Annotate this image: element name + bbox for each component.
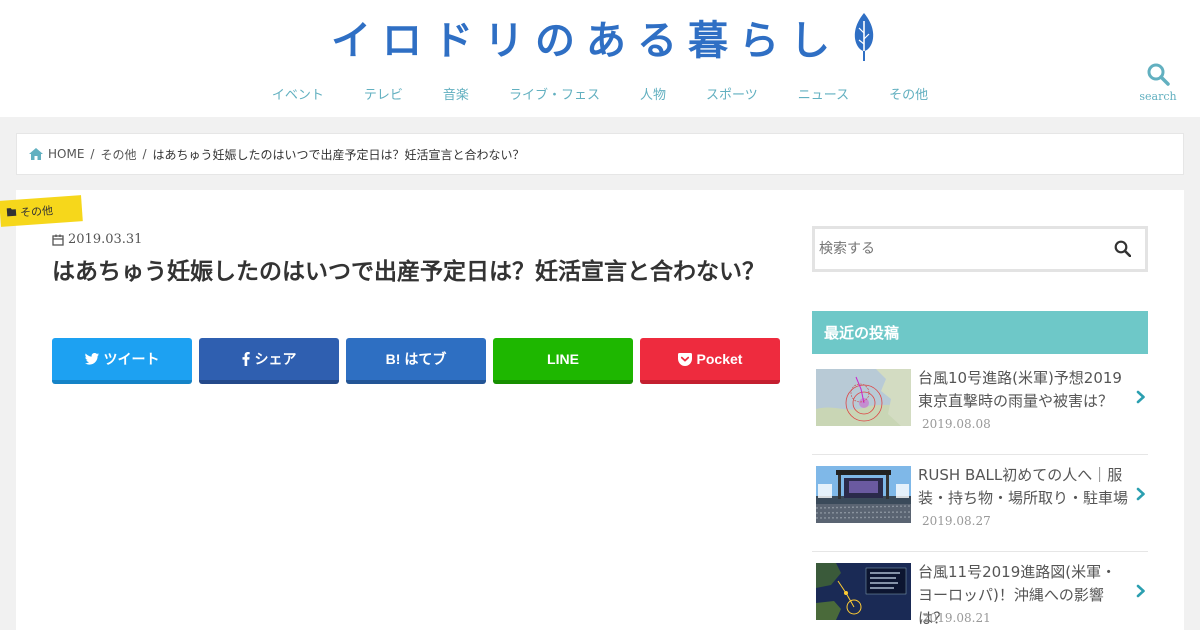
chevron-right-icon <box>1136 487 1145 501</box>
category-badge-label: その他 <box>19 204 54 220</box>
facebook-label: シェア <box>254 351 297 367</box>
share-buttons: ツイート シェア B! はてブ LINE Pocket <box>52 338 787 384</box>
search-icon[interactable] <box>1114 240 1131 257</box>
main-nav: イベント テレビ 音楽 ライブ・フェス 人物 スポーツ ニュース その他 <box>0 84 1200 103</box>
category-badge[interactable]: その他 <box>0 195 83 227</box>
post-date-value: 2019.03.31 <box>68 232 143 247</box>
site-header: イロドリのある暮らし イベント テレビ 音楽 ライブ・フェス 人物 スポーツ ニ… <box>0 0 1200 117</box>
sidebar-search-input[interactable] <box>815 230 1105 268</box>
header-search-button[interactable]: search <box>1138 62 1178 110</box>
leaf-icon <box>854 13 874 61</box>
breadcrumb-home[interactable]: HOME <box>29 147 84 161</box>
post-title[interactable]: RUSH BALL初めての人へ｜服装・持ち物・場所取り・駐車場 <box>918 464 1130 510</box>
chevron-right-icon <box>1136 584 1145 598</box>
main-content: その他 2019.03.31 はあちゅう妊娠したのはいつで出産予定日は？妊活宣言… <box>0 190 1184 630</box>
sidebar-search <box>812 226 1148 272</box>
hatena-bookmark-button[interactable]: B! はてブ <box>346 338 486 384</box>
breadcrumb-separator: / <box>142 147 147 161</box>
pocket-label: Pocket <box>696 351 743 367</box>
twitter-icon <box>84 353 99 365</box>
home-icon <box>29 148 43 160</box>
calendar-icon <box>52 234 64 246</box>
hatena-label: B! はてブ <box>385 351 447 367</box>
nav-item-other[interactable]: その他 <box>889 84 928 103</box>
facebook-share-button[interactable]: シェア <box>199 338 339 384</box>
search-label: search <box>1139 90 1177 103</box>
article-title: はあちゅう妊娠したのはいつで出産予定日は？妊活宣言と合わない？ <box>52 259 765 285</box>
recent-posts-list: 台風10号進路(米軍)予想2019東京直撃時の雨量や被害は？ 2019.08.0… <box>812 358 1148 630</box>
post-date: 2019.08.08 <box>922 417 991 431</box>
line-label: LINE <box>547 351 579 367</box>
post-thumbnail[interactable] <box>816 563 911 620</box>
post-date: 2019.08.27 <box>922 514 991 528</box>
recent-post-item[interactable]: 台風10号進路(米軍)予想2019東京直撃時の雨量や被害は？ 2019.08.0… <box>812 358 1148 455</box>
nav-item-live-fes[interactable]: ライブ・フェス <box>509 84 600 103</box>
nav-item-music[interactable]: 音楽 <box>443 84 469 103</box>
facebook-icon <box>242 352 250 366</box>
typhoon-track-thumbnail <box>816 563 911 620</box>
breadcrumb: HOME / その他 / はあちゅう妊娠したのはいつで出産予定日は？妊活宣言と合… <box>16 133 1184 175</box>
line-share-button[interactable]: LINE <box>493 338 633 384</box>
tweet-label: ツイート <box>103 351 160 367</box>
post-thumbnail[interactable] <box>816 369 911 426</box>
logo-text: イロドリのある暮らし <box>331 17 841 64</box>
pocket-icon <box>677 352 692 366</box>
nav-item-sports[interactable]: スポーツ <box>706 84 758 103</box>
site-logo[interactable]: イロドリのある暮らし <box>320 8 890 66</box>
post-title[interactable]: 台風10号進路(米軍)予想2019東京直撃時の雨量や被害は？ <box>918 367 1130 413</box>
chevron-right-icon <box>1136 390 1145 404</box>
post-date: 2019.08.21 <box>922 611 991 625</box>
recent-post-item[interactable]: RUSH BALL初めての人へ｜服装・持ち物・場所取り・駐車場 2019.08.… <box>812 455 1148 552</box>
search-icon <box>1147 63 1170 86</box>
nav-item-tv[interactable]: テレビ <box>364 84 403 103</box>
concert-stage-thumbnail <box>816 466 911 523</box>
recent-post-item[interactable]: 台風11号2019進路図(米軍・ヨーロッパ)！沖縄への影響は？ 2019.08.… <box>812 552 1148 630</box>
nav-item-news[interactable]: ニュース <box>798 84 849 103</box>
breadcrumb-home-label: HOME <box>48 147 85 161</box>
breadcrumb-current: はあちゅう妊娠したのはいつで出産予定日は？妊活宣言と合わない？ <box>152 147 525 162</box>
tweet-button[interactable]: ツイート <box>52 338 192 384</box>
breadcrumb-category[interactable]: その他 <box>100 146 136 163</box>
typhoon-map-thumbnail <box>816 369 911 426</box>
recent-posts-heading: 最近の投稿 <box>812 311 1148 354</box>
nav-item-people[interactable]: 人物 <box>640 84 666 103</box>
nav-item-event[interactable]: イベント <box>272 84 324 103</box>
post-date: 2019.03.31 <box>52 232 142 247</box>
breadcrumb-separator: / <box>90 147 95 161</box>
post-thumbnail[interactable] <box>816 466 911 523</box>
pocket-button[interactable]: Pocket <box>640 338 780 384</box>
folder-icon <box>6 208 17 217</box>
